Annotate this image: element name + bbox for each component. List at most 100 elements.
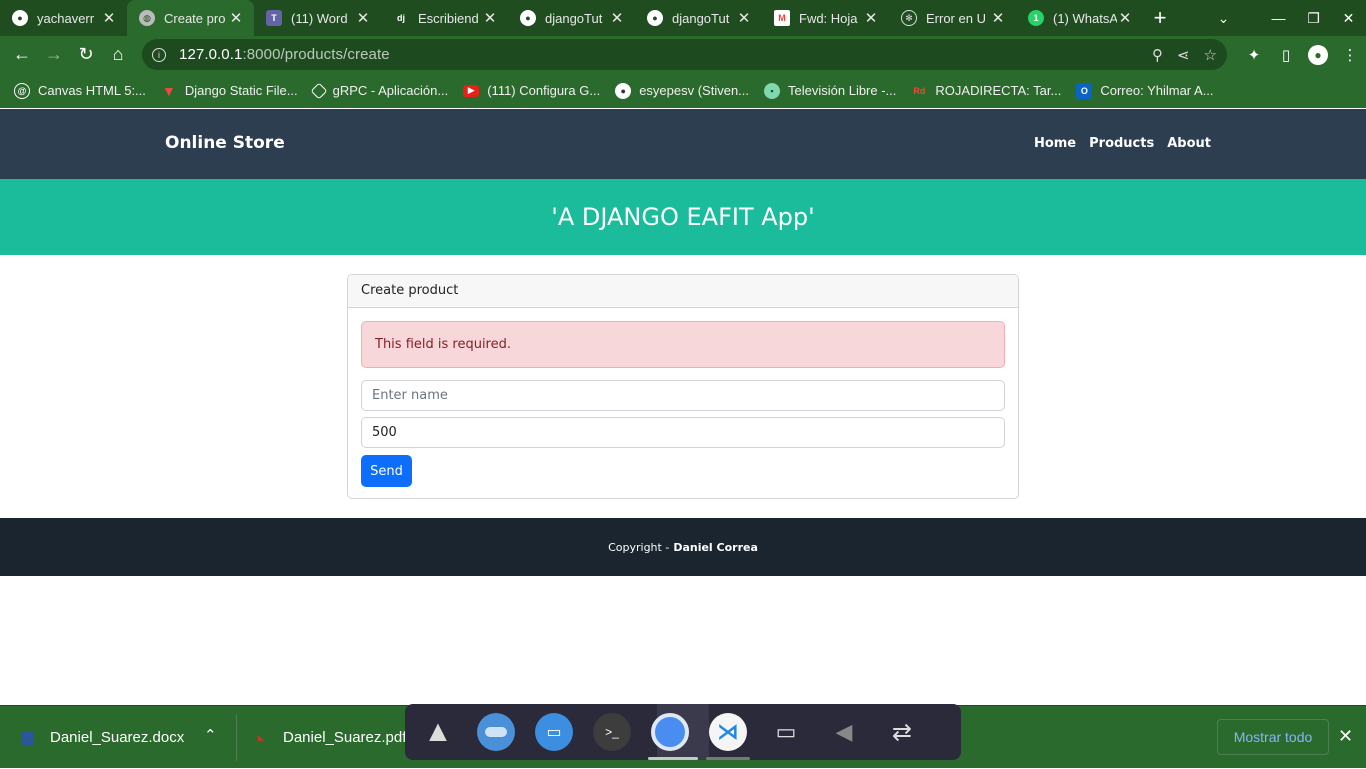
menu-icon[interactable]: ⋮ — [1334, 46, 1366, 64]
bookmark-item[interactable]: ▪ Televisión Libre -... — [764, 82, 897, 99]
bookmark-label: Televisión Libre -... — [788, 83, 897, 98]
tab-chatgpt[interactable]: ✻ Error en U ✕ — [889, 2, 1016, 34]
github-icon: ● — [520, 10, 536, 26]
show-all-button[interactable]: Mostrar todo — [1217, 719, 1329, 755]
hero-title: 'A DJANGO EAFIT App' — [551, 203, 815, 231]
nav-products[interactable]: Products — [1089, 136, 1154, 151]
share-icon[interactable]: ⋖ — [1177, 46, 1190, 64]
tab-github-3[interactable]: ● djangoTut ✕ — [635, 2, 762, 34]
tab-whatsapp[interactable]: 1 (1) WhatsA ✕ — [1016, 2, 1143, 34]
footer-author: Daniel Correa — [673, 540, 758, 554]
canvas-icon: @ — [14, 82, 30, 99]
bookmark-item[interactable]: ▶ (111) Configura G... — [463, 83, 600, 98]
nav-links: Home Products About — [1034, 136, 1211, 151]
toggle-icon[interactable] — [477, 713, 515, 751]
close-icon[interactable]: ✕ — [1338, 726, 1353, 747]
url-path: :8000/products/create — [242, 46, 390, 63]
zoom-icon[interactable]: ⚲ — [1152, 46, 1163, 64]
chevron-up-icon[interactable]: ⌃ — [204, 726, 217, 744]
tab-teams[interactable]: T (11) Word ✕ — [254, 2, 381, 34]
bookmark-item[interactable]: ● esyepesv (Stiven... — [615, 82, 750, 99]
tab-title: djangoTut — [672, 10, 730, 26]
bookmark-label: ROJADIRECTA: Tar... — [935, 83, 1062, 98]
browser-toolbar: ← → ↻ ⌂ i 127.0.0.1:8000/products/create… — [0, 36, 1366, 73]
rojadirecta-icon: Rd — [913, 85, 926, 96]
send-button[interactable]: Send — [361, 455, 412, 487]
address-bar[interactable]: i 127.0.0.1:8000/products/create ⚲ ⋖ ☆ — [142, 39, 1227, 70]
name-input[interactable] — [361, 380, 1005, 411]
nav-home[interactable]: Home — [1034, 136, 1076, 151]
divider — [236, 714, 237, 761]
url-text[interactable]: 127.0.0.1:8000/products/create — [179, 46, 390, 63]
tab-title: Create pro — [164, 10, 226, 26]
close-icon[interactable]: ✕ — [101, 9, 117, 27]
download-item-pdf[interactable]: ◣ Daniel_Suarez.pdf — [255, 706, 407, 769]
chrome-icon[interactable] — [648, 713, 698, 760]
download-item-docx[interactable]: Daniel_Suarez.docx — [22, 706, 184, 769]
create-product-card: Create product This field is required. S… — [347, 274, 1019, 499]
brand-link[interactable]: Online Store — [165, 133, 285, 153]
bookmark-item[interactable]: @ Canvas HTML 5:... — [14, 82, 146, 99]
terminal-icon[interactable]: >_ — [593, 713, 631, 751]
teams-icon: T — [266, 10, 282, 26]
files-icon[interactable]: ▭ — [535, 713, 573, 751]
price-input[interactable] — [361, 417, 1005, 448]
github-icon: ● — [615, 82, 632, 99]
restore-icon[interactable]: ❐ — [1296, 10, 1331, 27]
home-icon[interactable]: ⌂ — [102, 39, 134, 71]
tab-title: yachaverr — [37, 10, 95, 26]
docx-file-icon — [22, 730, 34, 745]
download-filename: Daniel_Suarez.docx — [50, 729, 185, 746]
extensions-icon[interactable]: ✦ — [1238, 46, 1270, 64]
bookmark-label: (111) Configura G... — [487, 83, 601, 98]
tab-django[interactable]: dj Escribiend ✕ — [381, 2, 508, 34]
volume-icon[interactable]: ◀ — [825, 713, 863, 751]
bookmark-star-icon[interactable]: ☆ — [1204, 46, 1217, 64]
globe-icon: ◍ — [139, 10, 155, 26]
minimize-icon[interactable]: — — [1261, 10, 1296, 26]
close-icon[interactable]: ✕ — [863, 9, 879, 27]
error-alert: This field is required. — [361, 321, 1005, 368]
django-icon: dj — [397, 13, 405, 23]
battery-icon[interactable]: ▭ — [767, 713, 805, 751]
close-window-icon[interactable]: ✕ — [1331, 10, 1366, 27]
forward-icon[interactable]: → — [38, 39, 70, 71]
tab-create-product[interactable]: ◍ Create pro ✕ — [127, 0, 254, 36]
new-tab-button[interactable]: + — [1143, 2, 1177, 34]
reload-icon[interactable]: ↻ — [70, 39, 102, 71]
chatgpt-icon: ✻ — [901, 10, 917, 26]
tab-github-2[interactable]: ● djangoTut ✕ — [508, 2, 635, 34]
network-icon[interactable]: ⇄ — [883, 713, 921, 751]
close-icon[interactable]: ✕ — [482, 9, 498, 27]
close-icon[interactable]: ✕ — [1117, 9, 1133, 27]
bookmark-item[interactable]: O Correo: Yhilmar A... — [1076, 82, 1214, 99]
site-navbar: Online Store Home Products About — [0, 109, 1366, 179]
site-info-icon[interactable]: i — [152, 47, 166, 62]
arch-icon[interactable]: ▲ — [419, 713, 457, 751]
youtube-icon: ▶ — [463, 84, 480, 97]
close-icon[interactable]: ✕ — [609, 9, 625, 27]
close-icon[interactable]: ✕ — [736, 9, 752, 27]
bookmark-item[interactable]: gRPC - Aplicación... — [310, 82, 448, 99]
system-dock: ▲ ▭ >_ ⋊ ▭ ◀ ⇄ — [405, 704, 961, 760]
tab-title: (11) Word — [291, 10, 348, 26]
tab-search-icon[interactable]: ⌄ — [1206, 10, 1241, 27]
back-icon[interactable]: ← — [6, 39, 38, 71]
gmail-icon: M — [774, 10, 790, 26]
tab-github-1[interactable]: ● yachaverr ✕ — [0, 2, 127, 34]
bookmark-label: esyepesv (Stiven... — [639, 83, 750, 98]
nav-about[interactable]: About — [1167, 136, 1211, 151]
vscode-icon[interactable]: ⋊ — [706, 713, 750, 760]
profile-avatar[interactable]: ● — [1308, 44, 1328, 65]
pdf-file-icon: ◣ — [257, 733, 265, 742]
close-icon[interactable]: ✕ — [990, 9, 1006, 27]
bookmark-item[interactable]: Rd ROJADIRECTA: Tar... — [911, 83, 1061, 99]
close-icon[interactable]: ✕ — [228, 9, 244, 27]
side-panel-icon[interactable]: ▯ — [1270, 46, 1302, 64]
vivaldi-icon: ▼ — [161, 82, 176, 99]
download-filename: Daniel_Suarez.pdf — [283, 729, 407, 746]
tab-title: Error en U — [926, 10, 986, 26]
tab-gmail[interactable]: M Fwd: Hoja ✕ — [762, 2, 889, 34]
close-icon[interactable]: ✕ — [355, 9, 371, 27]
bookmark-item[interactable]: ▼ Django Static File... — [161, 83, 298, 99]
